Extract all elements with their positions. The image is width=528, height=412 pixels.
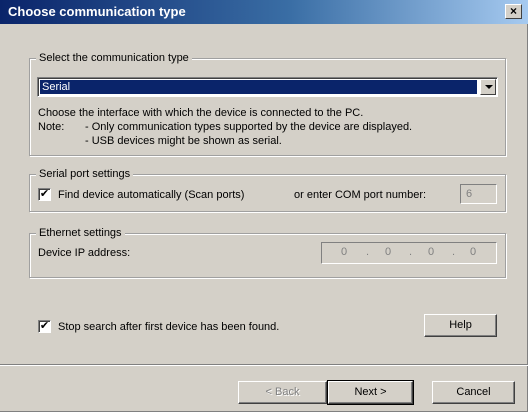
- comm-type-legend: Select the communication type: [36, 51, 192, 65]
- comm-type-selected-value: Serial: [40, 80, 477, 94]
- ip-octet-4: 0: [470, 246, 477, 258]
- com-port-input[interactable]: 6: [460, 184, 497, 204]
- back-button[interactable]: < Back: [238, 381, 327, 404]
- chevron-down-icon[interactable]: [480, 79, 496, 95]
- ip-octet-2: 0: [385, 246, 392, 258]
- ethernet-settings-legend: Ethernet settings: [36, 226, 125, 240]
- next-button[interactable]: Next >: [327, 380, 414, 405]
- title-bar: Choose communication type ×: [0, 0, 528, 24]
- comm-type-description: Choose the interface with which the devi…: [38, 107, 364, 119]
- ip-octet-1: 0: [341, 246, 348, 258]
- ip-address-label: Device IP address:: [38, 247, 131, 259]
- auto-scan-checkbox[interactable]: ✔: [38, 188, 51, 201]
- serial-settings-legend: Serial port settings: [36, 167, 134, 181]
- help-button[interactable]: Help: [424, 314, 497, 337]
- stop-search-label: Stop search after first device has been …: [58, 321, 280, 333]
- auto-scan-label: Find device automatically (Scan ports): [58, 189, 245, 201]
- ip-address-input[interactable]: 0 . 0 . 0 . 0: [321, 242, 497, 264]
- stop-search-checkbox[interactable]: ✔: [38, 320, 51, 333]
- check-icon: ✔: [39, 188, 50, 200]
- note-label: Note:: [38, 121, 65, 133]
- cancel-button[interactable]: Cancel: [432, 381, 515, 404]
- dialog-window: Choose communication type × Select the c…: [0, 0, 528, 412]
- ip-octet-3: 0: [428, 246, 435, 258]
- window-title: Choose communication type: [8, 4, 186, 19]
- com-port-label: or enter COM port number:: [294, 189, 427, 201]
- note-line-2: - USB devices might be shown as serial.: [85, 135, 282, 147]
- button-separator: [0, 364, 528, 366]
- close-icon[interactable]: ×: [505, 4, 522, 19]
- ip-dot-1: .: [366, 246, 370, 258]
- note-line-1: - Only communication types supported by …: [85, 121, 413, 133]
- check-icon: ✔: [39, 320, 50, 332]
- ip-dot-2: .: [409, 246, 413, 258]
- comm-type-select[interactable]: Serial: [37, 77, 498, 97]
- ip-dot-3: .: [452, 246, 456, 258]
